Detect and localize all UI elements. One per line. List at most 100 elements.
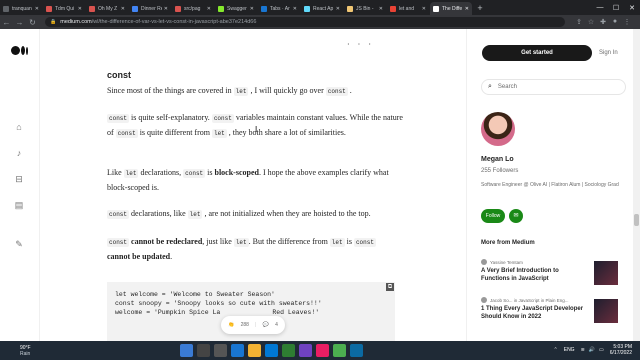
app-icon[interactable] bbox=[316, 344, 329, 357]
author-name[interactable]: Megan Lo bbox=[481, 156, 514, 163]
section-heading: const bbox=[107, 70, 132, 80]
back-icon[interactable]: ← bbox=[0, 18, 13, 27]
weather-widget[interactable]: 90°F Rain bbox=[20, 345, 60, 357]
maximize-icon[interactable]: ☐ bbox=[608, 4, 624, 12]
file-explorer-icon[interactable] bbox=[248, 344, 261, 357]
wifi-icon[interactable]: ≋ bbox=[581, 347, 585, 353]
tab-favicon-icon bbox=[433, 5, 439, 12]
close-tab-icon[interactable]: ✕ bbox=[250, 6, 254, 12]
menu-icon[interactable]: ⋮ bbox=[621, 18, 633, 26]
language-indicator[interactable]: ENG bbox=[564, 347, 575, 353]
minimize-icon[interactable]: — bbox=[592, 4, 608, 11]
search-input[interactable]: ⌕ Search bbox=[481, 79, 626, 95]
follow-button[interactable]: Follow bbox=[481, 209, 505, 223]
bookmarks-icon[interactable]: ⊟ bbox=[14, 174, 24, 184]
search-taskbar-icon[interactable] bbox=[197, 344, 210, 357]
write-icon[interactable]: ✎ bbox=[14, 239, 24, 249]
volume-icon[interactable]: 🔊 bbox=[589, 347, 595, 353]
clap-icon[interactable]: 👏 bbox=[228, 322, 234, 328]
medium-logo-icon[interactable] bbox=[11, 46, 28, 55]
new-tab-button[interactable]: + bbox=[473, 2, 487, 15]
close-tab-icon[interactable]: ✕ bbox=[35, 6, 39, 12]
windows-start-icon[interactable] bbox=[180, 344, 193, 357]
avatar bbox=[481, 297, 487, 303]
comment-icon[interactable]: 💬 bbox=[263, 322, 269, 328]
close-tab-icon[interactable]: ✕ bbox=[164, 6, 168, 12]
copy-icon[interactable]: ⧉ bbox=[386, 283, 394, 291]
close-tab-icon[interactable]: ✕ bbox=[336, 6, 340, 12]
share-icon[interactable]: ⇪ bbox=[573, 18, 585, 26]
browser-tab[interactable]: let and ✕ bbox=[387, 2, 429, 15]
close-tab-icon[interactable]: ✕ bbox=[78, 6, 82, 12]
text-cursor-icon: I bbox=[255, 125, 258, 134]
tab-favicon-icon bbox=[175, 5, 181, 12]
close-icon[interactable]: ✕ bbox=[624, 4, 640, 12]
tab-favicon-icon bbox=[261, 5, 267, 12]
chrome-icon[interactable] bbox=[333, 344, 346, 357]
forward-icon[interactable]: → bbox=[13, 18, 26, 27]
task-view-icon[interactable] bbox=[214, 344, 227, 357]
browser-tabstrip: tranquan ✕ Tdm Qui ✕ Oh My Z ✕ Dinner Re ✕ src/p… bbox=[0, 0, 640, 15]
tab-favicon-icon bbox=[132, 5, 138, 12]
close-tab-icon[interactable]: ✕ bbox=[293, 6, 297, 12]
author-avatar[interactable] bbox=[481, 112, 515, 146]
left-rail: ⌂ ♪ ⊟ ▤ ✎ bbox=[0, 29, 40, 341]
extensions-icon[interactable]: ✚ bbox=[597, 18, 609, 26]
browser-tab[interactable]: Tabs · Ar ✕ bbox=[258, 2, 300, 15]
recommended-story[interactable]: Jacob So... in JavaScript in Plain Eng..… bbox=[481, 297, 631, 323]
close-tab-icon[interactable]: ✕ bbox=[422, 6, 426, 12]
close-tab-icon[interactable]: ✕ bbox=[121, 6, 125, 12]
paragraph-4: const declarations, like let , are not i… bbox=[107, 209, 371, 219]
profile-icon[interactable]: ● bbox=[609, 18, 621, 26]
avatar bbox=[481, 259, 487, 265]
taskbar-apps bbox=[180, 344, 367, 357]
code-line: let welcome = 'Welcome to Sweater Season… bbox=[115, 291, 275, 298]
reload-icon[interactable]: ↻ bbox=[26, 18, 39, 27]
browser-tab[interactable]: Oh My Z ✕ bbox=[86, 2, 128, 15]
close-tab-icon[interactable]: ✕ bbox=[379, 6, 383, 12]
home-icon[interactable]: ⌂ bbox=[14, 122, 24, 132]
browser-tab[interactable]: The Diffe ✕ bbox=[430, 2, 472, 15]
browser-tab[interactable]: Dinner Re ✕ bbox=[129, 2, 171, 15]
tab-favicon-icon bbox=[46, 5, 52, 12]
browser-tab[interactable]: JS Bin - ✕ bbox=[344, 2, 386, 15]
clap-count: 288 bbox=[240, 322, 249, 328]
teams-icon[interactable] bbox=[299, 344, 312, 357]
bell-icon[interactable]: ♪ bbox=[14, 148, 24, 158]
search-icon: ⌕ bbox=[488, 83, 492, 90]
tab-favicon-icon bbox=[3, 5, 9, 12]
search-placeholder: Search bbox=[497, 84, 517, 90]
browser-tab[interactable]: React Ap ✕ bbox=[301, 2, 343, 15]
author-bio: Software Engineer @ Olive AI | Flatiron … bbox=[481, 182, 619, 188]
sign-in-link[interactable]: Sign In bbox=[599, 50, 618, 56]
follower-count[interactable]: 255 Followers bbox=[481, 168, 518, 174]
edge-icon[interactable] bbox=[265, 344, 278, 357]
store-icon[interactable] bbox=[282, 344, 295, 357]
subscribe-email-icon[interactable]: ✉ bbox=[509, 209, 523, 223]
story-thumbnail bbox=[594, 299, 618, 323]
story-thumbnail bbox=[594, 261, 618, 285]
url-host: medium.com bbox=[60, 19, 92, 25]
vscode-icon[interactable] bbox=[350, 344, 363, 357]
address-bar[interactable]: 🔒 medium.com /wl/the-difference-of-var-v… bbox=[45, 17, 565, 27]
get-started-button[interactable]: Get started bbox=[482, 45, 592, 61]
widgets-icon[interactable] bbox=[231, 344, 244, 357]
response-count: 4 bbox=[275, 322, 278, 328]
clock[interactable]: 5:03 PM 6/17/2022 bbox=[610, 344, 632, 356]
browser-tab[interactable]: src/pag ✕ bbox=[172, 2, 214, 15]
browser-tab[interactable]: tranquan ✕ bbox=[0, 2, 42, 15]
battery-icon[interactable]: ▭ bbox=[599, 347, 604, 353]
close-tab-icon[interactable]: ✕ bbox=[207, 6, 211, 12]
stories-icon[interactable]: ▤ bbox=[14, 200, 24, 210]
code-line: const snoopy = 'Snoopy looks so cute wit… bbox=[115, 300, 322, 307]
tray-chevron-icon[interactable]: ⌃ bbox=[554, 347, 558, 353]
page-scrollbar[interactable] bbox=[633, 29, 640, 341]
paragraph-5: const cannot be redeclared, just like le… bbox=[107, 237, 376, 261]
close-tab-icon[interactable]: ✕ bbox=[465, 6, 469, 12]
browser-tab[interactable]: Swagger ✕ bbox=[215, 2, 257, 15]
browser-tab[interactable]: Tdm Qui ✕ bbox=[43, 2, 85, 15]
star-icon[interactable]: ☆ bbox=[585, 18, 597, 26]
lock-icon: 🔒 bbox=[50, 19, 57, 25]
window-controls: — ☐ ✕ bbox=[592, 0, 640, 15]
recommended-story[interactable]: Yassine Temtam A Very Brief Introduction… bbox=[481, 259, 631, 285]
